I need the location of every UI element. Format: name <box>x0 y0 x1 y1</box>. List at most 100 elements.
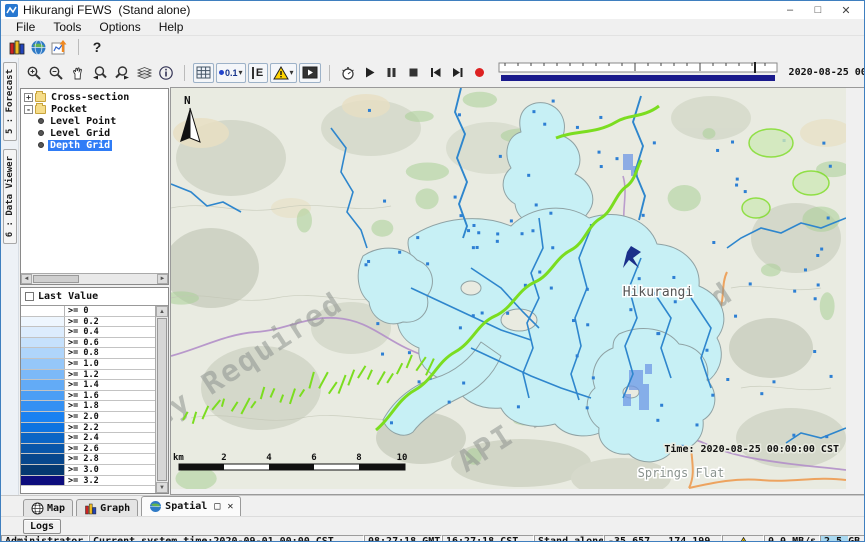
node-bullet-icon <box>38 118 44 124</box>
legend-row[interactable]: >= 0.4 <box>21 327 155 338</box>
legend-value-label: >= 1.2 <box>65 370 155 380</box>
point-dot-icon <box>219 70 224 75</box>
map-view[interactable]: API Key Required API Key Required <box>171 87 865 495</box>
legend-row[interactable]: >= 3.2 <box>21 476 155 487</box>
stopwatch-icon <box>340 65 356 81</box>
tab-map[interactable]: Map <box>23 499 73 516</box>
menu-file[interactable]: File <box>7 20 44 34</box>
movie-export-button[interactable] <box>299 63 321 83</box>
legend-color-swatch <box>21 391 65 401</box>
tab-maximize-icon[interactable]: □ <box>214 501 220 512</box>
tab-graph[interactable]: Graph <box>76 499 138 516</box>
tree-item-level-grid[interactable]: Level Grid <box>21 127 168 139</box>
legend-scrollbar[interactable]: ▲ ▼ <box>155 306 168 493</box>
zoom-out-button[interactable] <box>46 63 66 83</box>
last-value-label: Last Value <box>38 291 98 302</box>
animation-settings-button[interactable] <box>338 63 358 83</box>
legend-row[interactable]: >= 1.6 <box>21 391 155 402</box>
point-scale-value: 0.1 <box>225 68 238 78</box>
tree-horizontal-scrollbar[interactable]: ◄ ► <box>21 273 168 284</box>
last-value-checkbox[interactable] <box>25 292 34 301</box>
tree-item-pocket[interactable]: - Pocket <box>21 103 168 115</box>
spatial-display-button[interactable] <box>28 37 48 57</box>
legend-row[interactable]: >= 1.0 <box>21 359 155 370</box>
tree-item-level-point[interactable]: Level Point <box>21 115 168 127</box>
legend-value-label: >= 3.0 <box>65 465 155 475</box>
scroll-thumb[interactable] <box>157 318 167 481</box>
legend-row[interactable]: >= 1.2 <box>21 370 155 381</box>
record-button[interactable] <box>470 63 490 83</box>
legend-toggle-button[interactable]: E <box>248 63 268 83</box>
tree-item-depth-grid[interactable]: Depth Grid <box>21 139 168 151</box>
last-frame-button[interactable] <box>448 63 468 83</box>
zoom-previous-button[interactable] <box>90 63 110 83</box>
first-frame-button[interactable] <box>426 63 446 83</box>
help-button[interactable]: ? <box>87 37 107 57</box>
menu-help[interactable]: Help <box>150 20 193 34</box>
zoom-out-icon <box>48 65 64 81</box>
tab-forecast[interactable]: 5 : Forecast <box>3 62 17 141</box>
play-button[interactable] <box>360 63 380 83</box>
legend-value-label: >= 2.2 <box>65 423 155 433</box>
scroll-right-icon[interactable]: ► <box>157 274 168 284</box>
timeline-slider[interactable] <box>497 62 781 84</box>
zoom-in-button[interactable] <box>24 63 44 83</box>
legend-row[interactable]: >= 2.4 <box>21 433 155 444</box>
logs-row: Logs <box>1 516 864 535</box>
map-canvas[interactable]: API Key Required API Key Required <box>171 88 846 489</box>
tree-item-cross-section[interactable]: + Cross-section <box>21 91 168 103</box>
scroll-up-icon[interactable]: ▲ <box>156 306 168 317</box>
bar-chart-icon <box>84 502 97 515</box>
stop-icon <box>406 65 421 80</box>
expander-icon[interactable]: - <box>24 105 33 114</box>
tab-close-icon[interactable]: ✕ <box>227 501 233 512</box>
info-button[interactable] <box>156 63 176 83</box>
pause-button[interactable] <box>382 63 402 83</box>
menu-tools[interactable]: Tools <box>44 20 90 34</box>
tab-data-viewer[interactable]: 6 : Data Viewer <box>3 149 17 244</box>
tab-spatial[interactable]: Spatial □ ✕ <box>141 496 241 516</box>
status-local-time: 16:27:18 CST <box>442 535 534 542</box>
data-explorer-button[interactable] <box>6 37 26 57</box>
logs-button[interactable]: Logs <box>23 519 61 534</box>
legend-row[interactable]: >= 2.6 <box>21 444 155 455</box>
legend-row[interactable]: >= 2.0 <box>21 412 155 423</box>
timeseries-export-button[interactable] <box>50 37 70 57</box>
scroll-down-icon[interactable]: ▼ <box>156 482 168 493</box>
expander-icon[interactable]: + <box>24 93 33 102</box>
legend-row[interactable]: >= 3.0 <box>21 465 155 476</box>
point-label-scale-dropdown[interactable]: 0.1 ▾ <box>216 63 246 83</box>
scroll-thumb[interactable] <box>33 275 79 283</box>
legend-color-swatch <box>21 306 65 316</box>
map-time-label: Time: 2020-08-25 00:00:00 CST <box>664 443 839 455</box>
close-button[interactable]: ✕ <box>832 4 860 17</box>
thresholds-dropdown[interactable]: ▾ <box>270 63 297 83</box>
legend-row[interactable]: >= 0.6 <box>21 338 155 349</box>
legend-row[interactable]: >= 2.8 <box>21 454 155 465</box>
minimize-button[interactable]: – <box>776 4 804 16</box>
legend-color-swatch <box>21 380 65 390</box>
status-warning[interactable] <box>722 535 764 542</box>
legend-row[interactable]: >= 1.8 <box>21 401 155 412</box>
data-viewer-panel: + Cross-section - Pocket <box>19 87 171 495</box>
legend-row[interactable]: >= 0.8 <box>21 348 155 359</box>
skip-end-icon <box>450 65 465 80</box>
stop-button[interactable] <box>404 63 424 83</box>
folder-icon <box>35 105 46 114</box>
maximize-button[interactable]: □ <box>804 4 832 16</box>
legend-row[interactable]: >= 0.2 <box>21 317 155 328</box>
status-coordinates: -35.657 , 174.199 <box>604 535 722 542</box>
legend-color-swatch <box>21 433 65 443</box>
legend-row[interactable]: >= 0 <box>21 306 155 317</box>
grid-display-button[interactable] <box>193 63 214 83</box>
layers-button[interactable] <box>134 63 154 83</box>
zoom-next-button[interactable] <box>112 63 132 83</box>
legend-row[interactable]: >= 2.2 <box>21 423 155 434</box>
legend-row[interactable]: >= 1.4 <box>21 380 155 391</box>
legend-value-label: >= 2.8 <box>65 454 155 464</box>
menu-options[interactable]: Options <box>90 20 149 34</box>
title-bar: Hikurangi FEWS (Stand alone) – □ ✕ <box>1 1 864 19</box>
legend-color-swatch <box>21 370 65 380</box>
scroll-left-icon[interactable]: ◄ <box>21 274 32 284</box>
pan-button[interactable] <box>68 63 88 83</box>
